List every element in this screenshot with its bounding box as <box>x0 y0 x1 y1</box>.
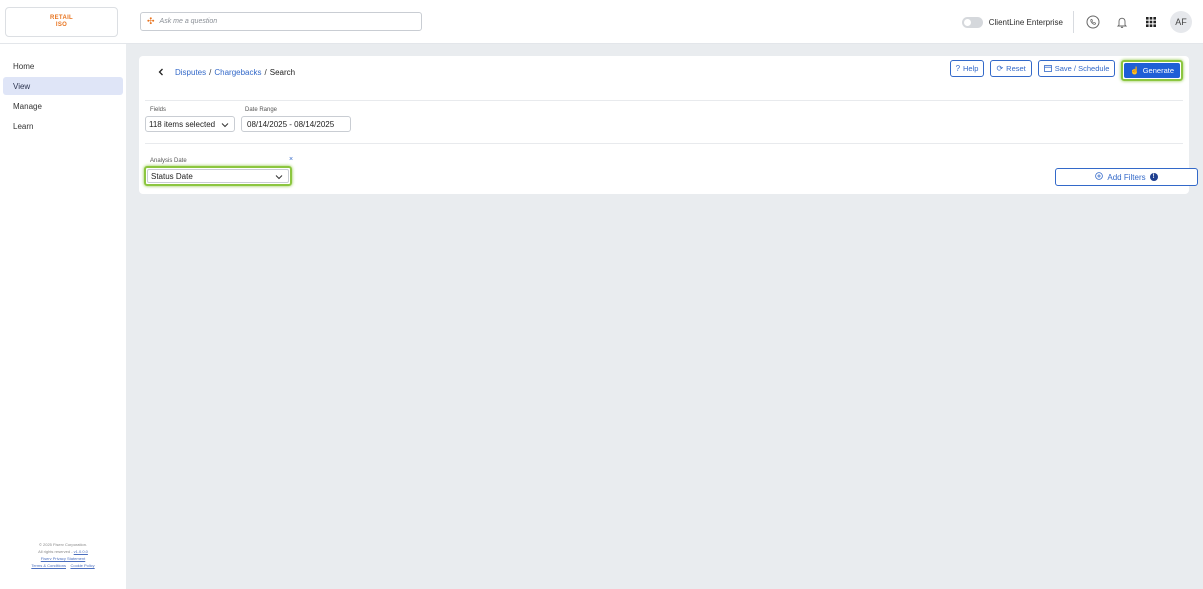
refresh-icon: ⟳ <box>996 64 1004 73</box>
breadcrumb: Disputes / Chargebacks / Search <box>157 64 295 80</box>
search-card: Disputes / Chargebacks / Search ? Help ⟳… <box>139 56 1198 194</box>
cookie-policy-link[interactable]: Cookie Policy <box>70 563 94 568</box>
rights-text: All rights reserved - v1.0.0.0 <box>0 548 126 555</box>
calendar-icon <box>1043 64 1052 74</box>
sidebar-item-view[interactable]: View <box>3 77 123 95</box>
top-right-controls: ClientLine Enterprise AF <box>961 0 1203 44</box>
sidebar-item-learn[interactable]: Learn <box>3 117 123 135</box>
version-link[interactable]: v1.0.0.0 <box>74 549 88 554</box>
divider <box>145 100 1183 101</box>
rights-prefix: All rights reserved - <box>38 549 74 554</box>
chevron-down-icon <box>221 123 229 128</box>
enterprise-toggle[interactable] <box>961 16 983 28</box>
reset-button[interactable]: ⟳ Reset <box>990 60 1032 77</box>
logo-text-line2: ISO <box>55 22 68 28</box>
add-filters-label: Add Filters <box>1107 172 1146 182</box>
help-button[interactable]: ? Help <box>949 60 985 77</box>
sidebar: Home View Manage Learn © 2025 Fiserv Cor… <box>0 44 126 589</box>
chevron-left-icon[interactable] <box>157 67 167 77</box>
main-content: Disputes / Chargebacks / Search ? Help ⟳… <box>126 44 1203 589</box>
info-icon: ! <box>1149 173 1158 181</box>
generate-button[interactable]: ☝ Generate <box>1124 63 1180 78</box>
reset-label: Reset <box>1006 64 1026 73</box>
analysis-date-value: Status Date <box>151 171 193 181</box>
phone-icon[interactable] <box>1083 12 1103 32</box>
breadcrumb-search: Search <box>269 67 296 77</box>
breadcrumb-separator: / <box>264 67 267 77</box>
ask-placeholder: Ask me a question <box>159 18 218 25</box>
logo[interactable]: RETAIL ISO <box>5 7 118 37</box>
generate-label: Generate <box>1142 66 1174 75</box>
divider <box>1073 11 1074 33</box>
chevron-down-icon <box>275 175 283 180</box>
copyright-text: © 2025 Fiserv Corporation. <box>38 542 88 547</box>
enterprise-label: ClientLine Enterprise <box>988 17 1063 27</box>
sparkle-icon: ✣ <box>147 16 155 26</box>
avatar[interactable]: AF <box>1170 11 1192 33</box>
date-range-value: 08/14/2025 - 08/14/2025 <box>247 119 335 129</box>
breadcrumb-disputes[interactable]: Disputes <box>175 68 206 77</box>
bell-icon[interactable] <box>1112 12 1132 32</box>
breadcrumb-chargebacks[interactable]: Chargebacks <box>214 68 261 77</box>
date-range-label: Date Range <box>245 107 278 113</box>
divider <box>145 143 1183 144</box>
clear-icon[interactable]: × <box>289 156 293 163</box>
apps-grid-icon[interactable] <box>1141 12 1161 32</box>
analysis-date-label: Analysis Date <box>150 158 187 164</box>
fields-select[interactable]: 118 items selected <box>145 116 235 132</box>
analysis-date-highlight: Status Date <box>144 166 292 186</box>
privacy-link[interactable]: Fiserv Privacy Statement <box>41 556 85 561</box>
breadcrumb-separator: / <box>209 67 212 77</box>
terms-link[interactable]: Terms & Conditions <box>31 563 66 568</box>
sidebar-item-home[interactable]: Home <box>3 57 123 75</box>
generate-highlight: ☝ Generate <box>1121 60 1183 81</box>
action-buttons: ? Help ⟳ Reset Save / Schedule ☝ Generat… <box>944 60 1183 81</box>
analysis-date-select[interactable]: Status Date <box>147 169 289 183</box>
fields-label: Fields <box>150 107 167 113</box>
sidebar-footer: © 2025 Fiserv Corporation. All rights re… <box>0 541 126 569</box>
question-icon: ? <box>955 64 961 73</box>
top-bar: RETAIL ISO ✣ Ask me a question ClientLin… <box>0 0 1203 44</box>
sidebar-item-manage[interactable]: Manage <box>3 97 123 115</box>
save-schedule-button[interactable]: Save / Schedule <box>1037 60 1116 77</box>
fields-value: 118 items selected <box>149 119 216 129</box>
date-range-input[interactable]: 08/14/2025 - 08/14/2025 <box>241 116 351 132</box>
save-schedule-label: Save / Schedule <box>1054 64 1110 73</box>
plus-circle-icon <box>1095 172 1104 182</box>
logo-text-line1: RETAIL <box>49 15 74 21</box>
help-label: Help <box>963 64 979 73</box>
add-filters-button[interactable]: Add Filters ! <box>1055 168 1198 186</box>
ask-question-input[interactable]: ✣ Ask me a question <box>140 12 422 31</box>
pointer-icon: ☝ <box>1130 66 1140 75</box>
